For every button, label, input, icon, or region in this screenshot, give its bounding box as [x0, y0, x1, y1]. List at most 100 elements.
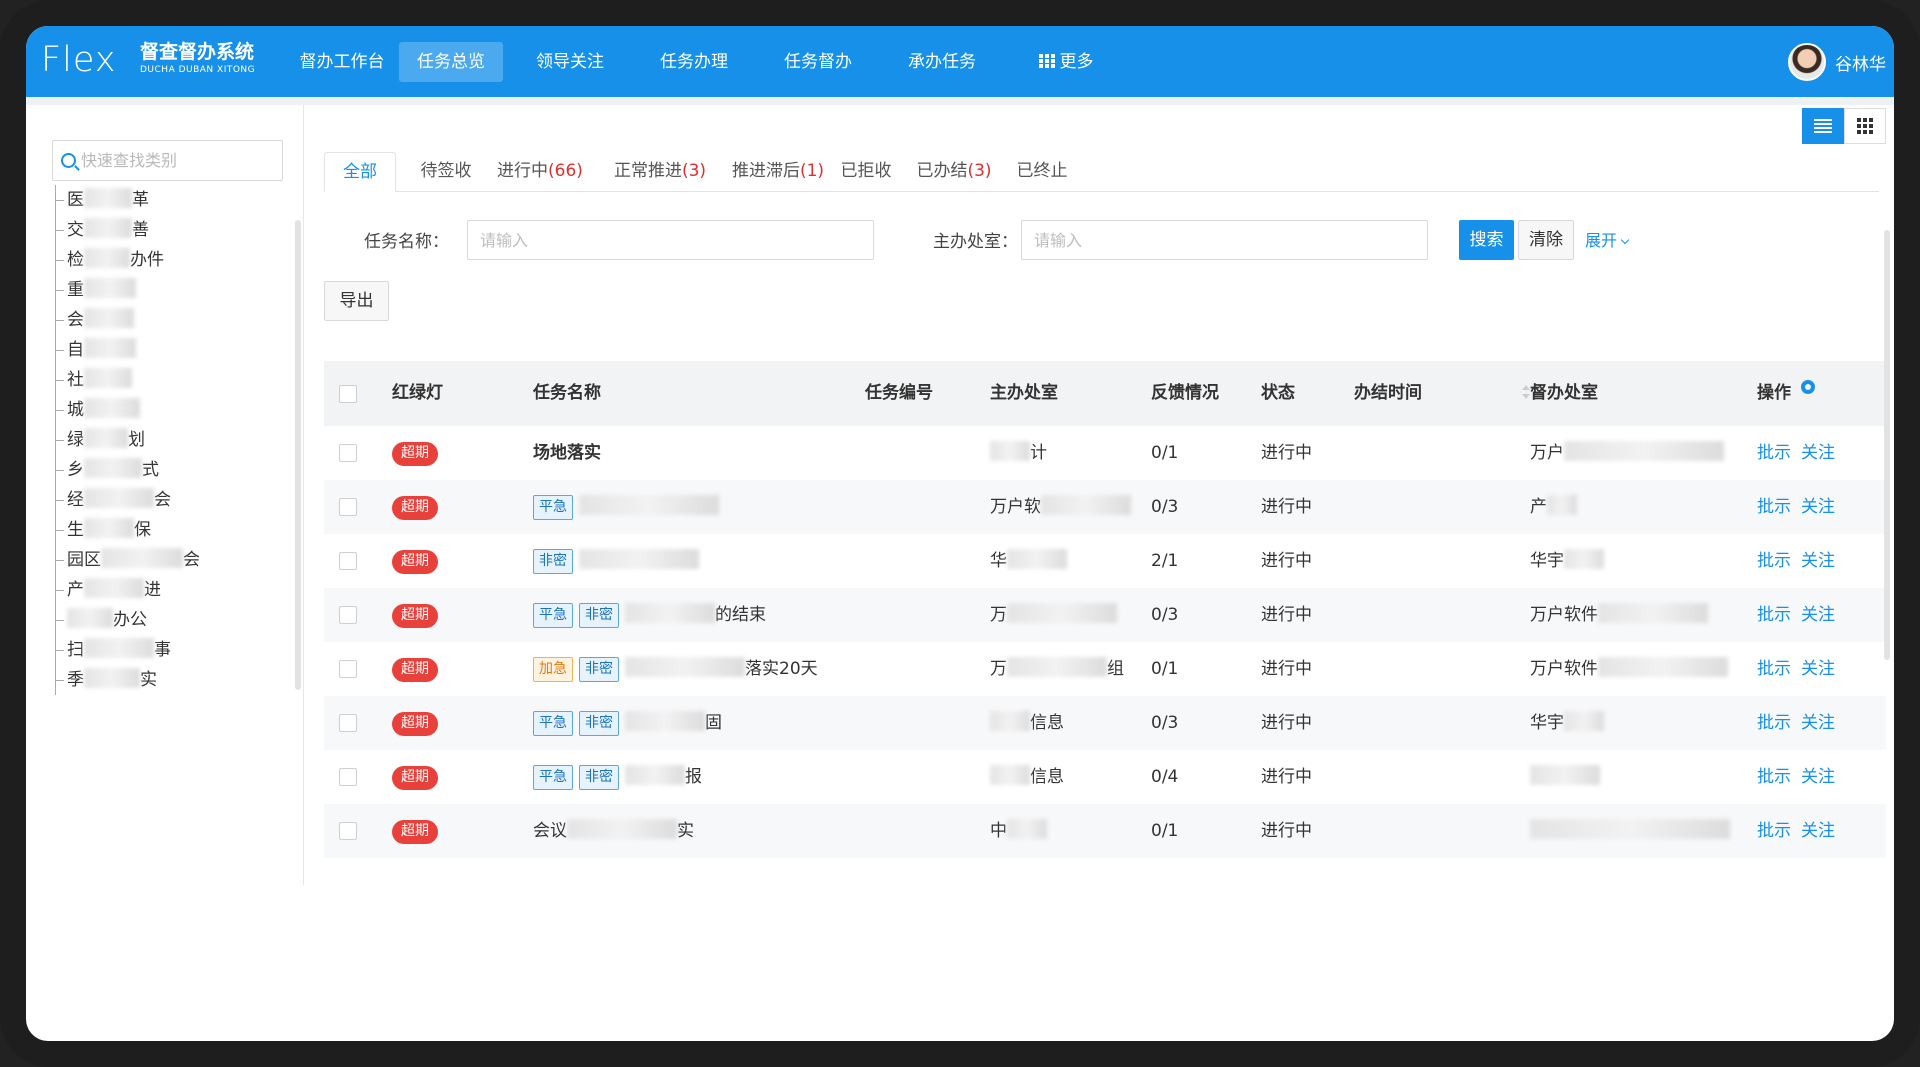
row-checkbox[interactable] [339, 606, 357, 624]
office-input[interactable] [1021, 220, 1428, 260]
table-row[interactable]: 超期 加急 非密 落实20天万组 0/1 进行中 万户软件 批示 关注 [324, 642, 1886, 696]
category-tree-item[interactable]: 办公 [55, 605, 200, 635]
tab-3[interactable]: 正常推进(3) [606, 152, 714, 192]
tab-2[interactable]: 进行中(66) [484, 152, 596, 192]
task-name-cell[interactable]: 加急 非密 落实20天 [533, 642, 818, 696]
nav-item-task-overview[interactable]: 任务总览 [399, 42, 503, 82]
category-search-input[interactable] [81, 151, 271, 170]
table-row[interactable]: 超期 非密 华 2/1 进行中 华宇 批示 关注 [324, 534, 1886, 588]
row-checkbox[interactable] [339, 498, 357, 516]
table-row[interactable]: 超期 平急 非密 报 信息 0/4 进行中 批示 关注 [324, 750, 1886, 804]
row-checkbox[interactable] [339, 714, 357, 732]
row-checkbox[interactable] [339, 768, 357, 786]
follow-link[interactable]: 关注 [1801, 497, 1835, 517]
category-tree-item[interactable]: 检 办件 [55, 245, 200, 275]
follow-link[interactable]: 关注 [1801, 713, 1835, 733]
row-checkbox[interactable] [339, 660, 357, 678]
follow-link[interactable]: 关注 [1801, 605, 1835, 625]
category-tree-item[interactable]: 社 [55, 365, 200, 395]
approve-link[interactable]: 批示 [1757, 605, 1791, 625]
category-tree-item[interactable]: 重 [55, 275, 200, 305]
table-row[interactable]: 超期 场地落实 计 0/1 进行中 万户 批示 关注 [324, 426, 1886, 480]
tab-label: 推进滞后 [731, 161, 800, 181]
task-name-cell[interactable]: 平急 [533, 480, 719, 534]
follow-link[interactable]: 关注 [1801, 659, 1835, 679]
category-tree-item[interactable]: 产进 [55, 575, 200, 605]
redacted-text [84, 668, 140, 688]
table-row[interactable]: 超期 会议 实 中 0/1 进行中 批示 关注 [324, 804, 1886, 858]
gear-icon[interactable] [1801, 380, 1815, 394]
task-name-text: 固 [705, 713, 722, 733]
category-tree-item[interactable]: 季实 [55, 665, 200, 695]
table-row[interactable]: 超期 平急 非密 固 信息 0/3 进行中 华宇 批示 关注 [324, 696, 1886, 750]
category-tree-item[interactable]: 绿划 [55, 425, 200, 455]
row-checkbox[interactable] [339, 822, 357, 840]
table-row[interactable]: 超期 平急 万户软 0/3 进行中 产 批示 关注 [324, 480, 1886, 534]
task-name-cell[interactable]: 平急 非密 的结束 [533, 588, 766, 642]
approve-link[interactable]: 批示 [1757, 821, 1791, 841]
select-all-checkbox[interactable] [339, 385, 357, 403]
task-name-input[interactable] [467, 220, 874, 260]
follow-link[interactable]: 关注 [1801, 767, 1835, 787]
nav-item-workbench[interactable]: 督办工作台 [287, 42, 397, 82]
status-cell: 进行中 [1261, 497, 1312, 517]
user-menu[interactable]: 谷林华 [1788, 40, 1886, 84]
approve-link[interactable]: 批示 [1757, 443, 1791, 463]
tab-7[interactable]: 已终止 [1004, 152, 1080, 192]
category-tree-item[interactable]: 自 [55, 335, 200, 365]
row-checkbox[interactable] [339, 552, 357, 570]
nav-item-task-handle[interactable]: 任务办理 [649, 42, 739, 82]
tab-count: (3) [681, 161, 707, 181]
follow-link[interactable]: 关注 [1801, 551, 1835, 571]
task-name-cell[interactable]: 场地落实 [533, 426, 601, 480]
category-tree-item[interactable]: 交善 [55, 215, 200, 245]
search-button[interactable]: 搜索 [1459, 220, 1514, 260]
category-tree-item[interactable]: 会 [55, 305, 200, 335]
category-tree-item[interactable]: 乡式 [55, 455, 200, 485]
nav-item-task-supervise[interactable]: 任务督办 [773, 42, 863, 82]
tab-5[interactable]: 已拒收 [828, 152, 904, 192]
approve-link[interactable]: 批示 [1757, 713, 1791, 733]
task-name-cell[interactable]: 会议 实 [533, 804, 694, 858]
row-checkbox[interactable] [339, 444, 357, 462]
task-name-cell[interactable]: 平急 非密 报 [533, 750, 702, 804]
category-tree-item[interactable]: 园区 会 [55, 545, 200, 575]
approve-link[interactable]: 批示 [1757, 497, 1791, 517]
approve-link[interactable]: 批示 [1757, 767, 1791, 787]
category-tree-item[interactable]: 城 [55, 395, 200, 425]
follow-link[interactable]: 关注 [1801, 821, 1835, 841]
approve-link[interactable]: 批示 [1757, 551, 1791, 571]
clear-button[interactable]: 清除 [1518, 220, 1574, 260]
task-name-text: 落实20天 [745, 659, 818, 679]
sidebar-scrollbar[interactable] [295, 220, 301, 690]
sort-done-time-button[interactable] [1522, 361, 1530, 426]
redacted-text [1041, 495, 1131, 515]
expand-filters-link[interactable]: 展开 [1585, 227, 1630, 251]
ops-cell: 批示 关注 [1757, 696, 1845, 750]
table-row[interactable]: 超期 平急 非密 的结束 万 0/3 进行中 万户软件 批示 关注 [324, 588, 1886, 642]
category-tree-item[interactable]: 扫事 [55, 635, 200, 665]
nav-item-more[interactable]: 更多 [1021, 42, 1111, 82]
tab-4[interactable]: 推进滞后(1) [718, 152, 838, 192]
redacted-text [101, 548, 183, 568]
tab-1[interactable]: 待签收 [404, 152, 488, 192]
category-label-end: 进 [144, 580, 161, 600]
main-scrollbar[interactable] [1884, 230, 1890, 660]
task-name-cell[interactable]: 非密 [533, 534, 699, 588]
export-button[interactable]: 导出 [324, 281, 389, 321]
task-name-cell[interactable]: 平急 非密 固 [533, 696, 722, 750]
follow-link[interactable]: 关注 [1801, 443, 1835, 463]
category-tree-item[interactable]: 生保 [55, 515, 200, 545]
category-tree-item[interactable]: 医革 [55, 185, 200, 215]
category-tree-item[interactable]: 经会 [55, 485, 200, 515]
office-text-tail: 信息 [1030, 767, 1064, 787]
nav-item-undertake-task[interactable]: 承办任务 [897, 42, 987, 82]
col-header-feedback: 反馈情况 [1151, 383, 1219, 403]
approve-link[interactable]: 批示 [1757, 659, 1791, 679]
nav-item-leader-focus[interactable]: 领导关注 [525, 42, 615, 82]
task-name-label: 任务名称： [364, 232, 449, 252]
tab-0[interactable]: 全部 [324, 152, 396, 192]
category-label-end: 实 [140, 670, 157, 690]
priority-tag: 平急 [533, 495, 573, 520]
tab-6[interactable]: 已办结(3) [904, 152, 1004, 192]
